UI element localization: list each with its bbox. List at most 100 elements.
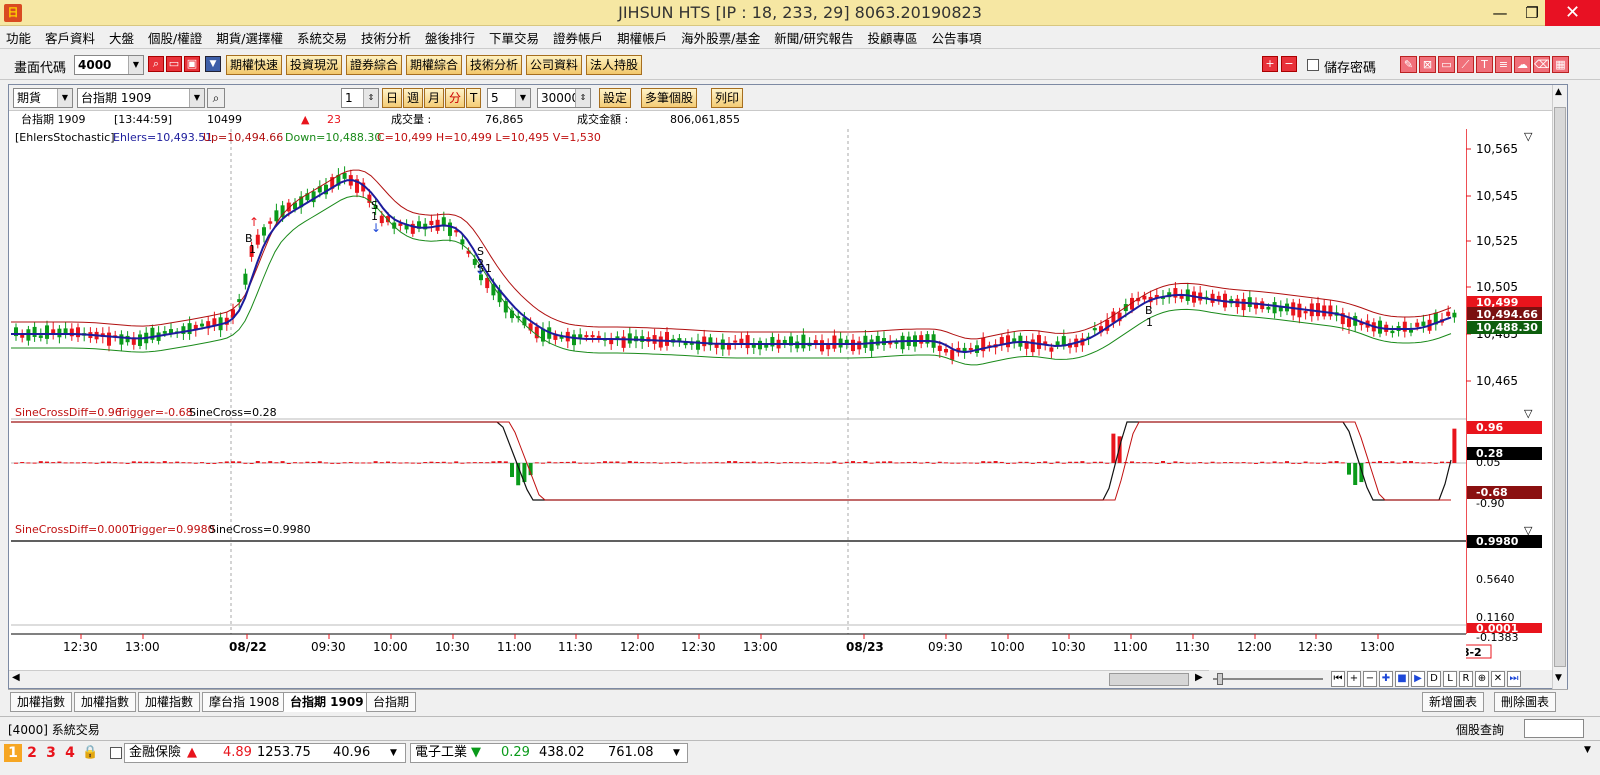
menu-stocks[interactable]: 個股/權證: [148, 28, 202, 47]
menu-ranking[interactable]: 盤後排行: [425, 28, 475, 47]
search-icon[interactable]: ⌕: [207, 88, 225, 108]
toolbar-btn-company[interactable]: 公司資料: [526, 55, 583, 75]
menu-futures-account[interactable]: 期權帳戶: [617, 28, 667, 47]
zoom-slider-handle[interactable]: [1217, 673, 1223, 685]
add-chart-button[interactable]: 新增圖表: [1422, 692, 1485, 712]
tab-txf-1909[interactable]: 台指期 1909: [283, 692, 371, 712]
tab-txf[interactable]: 台指期: [366, 692, 417, 712]
scroll-right-icon[interactable]: ▶: [1195, 672, 1203, 683]
play-icon[interactable]: ▶: [1411, 671, 1425, 687]
collapse-icon[interactable]: ▽: [1524, 407, 1533, 420]
close-icon[interactable]: ✕: [1545, 0, 1600, 26]
zoom-in-icon[interactable]: +: [1347, 671, 1361, 687]
last-icon[interactable]: ⏭: [1507, 671, 1521, 687]
zoom-slider-track[interactable]: [1213, 678, 1323, 680]
print-button[interactable]: 列印: [711, 88, 744, 108]
l-icon[interactable]: L: [1443, 671, 1457, 687]
stop-icon[interactable]: ■: [1395, 671, 1409, 687]
chevron-down-icon[interactable]: ▼: [189, 89, 204, 107]
ticker-item-electronics[interactable]: 電子工業 ▼ 0.29 438.02 761.08 ▼: [410, 743, 688, 763]
chevron-down-icon[interactable]: ▼: [390, 744, 397, 762]
count-stepper[interactable]: 30000 ⇕: [537, 88, 591, 108]
text-icon[interactable]: T: [1476, 56, 1493, 73]
toolbar-btn-securities[interactable]: 證券綜合: [346, 55, 403, 75]
chevron-down-icon[interactable]: ▼: [57, 89, 72, 107]
scroll-thumb[interactable]: [1109, 673, 1189, 686]
window-icon[interactable]: ▣: [184, 56, 200, 72]
menu-system-trade[interactable]: 系統交易: [297, 28, 347, 47]
market-select[interactable]: 期貨 ▼: [13, 88, 73, 108]
scroll-down-icon[interactable]: ▼: [1555, 673, 1562, 683]
ticker-checkbox[interactable]: [110, 747, 122, 759]
save-password-checkbox[interactable]: [1307, 59, 1319, 71]
sticky-note-icon[interactable]: ≡: [1495, 56, 1512, 73]
r-icon[interactable]: R: [1459, 671, 1473, 687]
tab-taiex-3[interactable]: 加權指數: [138, 692, 201, 712]
d-icon[interactable]: D: [1427, 671, 1441, 687]
symbol-select[interactable]: 台指期 1909 ▼: [77, 88, 205, 108]
delete-chart-button[interactable]: 刪除圖表: [1494, 692, 1557, 712]
menu-announcements[interactable]: 公告事項: [932, 28, 982, 47]
crosshair-icon[interactable]: ✚: [1379, 671, 1393, 687]
minus-icon[interactable]: −: [1281, 56, 1297, 72]
search-icon[interactable]: ⌕: [148, 56, 164, 72]
menu-overseas[interactable]: 海外股票/基金: [681, 28, 760, 47]
page-1-button[interactable]: 1: [4, 744, 22, 762]
spinner-icon[interactable]: ⇕: [575, 89, 590, 107]
minute-select[interactable]: 5 ▼: [487, 88, 531, 108]
grid-icon[interactable]: ▦: [1552, 56, 1569, 73]
menu-tech-analysis[interactable]: 技術分析: [361, 28, 411, 47]
toolbar-btn-tech[interactable]: 技術分析: [466, 55, 523, 75]
eraser-icon[interactable]: ⌫: [1533, 56, 1550, 73]
stock-query-input[interactable]: [1524, 719, 1584, 738]
settings-button[interactable]: 設定: [599, 88, 632, 108]
menu-advisor[interactable]: 投顧專區: [868, 28, 918, 47]
tab-taiex-2[interactable]: 加權指數: [74, 692, 137, 712]
menu-order[interactable]: 下單交易: [489, 28, 539, 47]
plus-icon[interactable]: +: [1262, 56, 1278, 72]
period-tick-button[interactable]: T: [466, 88, 482, 108]
wand-icon[interactable]: ⟋: [1457, 56, 1474, 73]
chevron-down-icon[interactable]: ▼: [515, 89, 530, 107]
cloud-icon[interactable]: ☁: [1514, 56, 1531, 73]
toolbar-btn-futures[interactable]: 期權綜合: [406, 55, 463, 75]
menu-futures[interactable]: 期貨/選擇權: [216, 28, 283, 47]
period-month-button[interactable]: 月: [424, 88, 445, 108]
spinner-icon[interactable]: ⇕: [363, 89, 378, 107]
ticker-scroll-icon[interactable]: ▼: [1584, 745, 1591, 755]
scroll-thumb[interactable]: [1554, 107, 1566, 667]
menu-customer[interactable]: 客戶資料: [45, 28, 95, 47]
toolbar-btn-institutional[interactable]: 法人持股: [586, 55, 643, 75]
toolbar-btn-quick[interactable]: 期權快速: [226, 55, 283, 75]
period-minute-button[interactable]: 分: [445, 88, 466, 108]
interval-stepper[interactable]: 1 ⇕: [341, 88, 379, 108]
folder-icon[interactable]: ▭: [166, 56, 182, 72]
period-day-button[interactable]: 日: [382, 88, 403, 108]
first-icon[interactable]: ⏮: [1331, 671, 1345, 687]
zoom-out-icon[interactable]: −: [1363, 671, 1377, 687]
chevron-down-icon[interactable]: ▼: [673, 744, 680, 762]
menu-securities-account[interactable]: 證券帳戶: [553, 28, 603, 47]
collapse-icon[interactable]: ▽: [1524, 130, 1533, 143]
page-3-button[interactable]: 3: [42, 744, 60, 762]
ticker-item-finance[interactable]: 金融保險 ▲ 4.89 1253.75 40.96 ▼: [124, 743, 406, 763]
multi-stock-button[interactable]: 多筆個股: [641, 88, 698, 108]
pen-icon[interactable]: ✎: [1400, 56, 1417, 73]
menu-news[interactable]: 新聞/研究報告: [774, 28, 853, 47]
image-icon[interactable]: ⊠: [1419, 56, 1436, 73]
scroll-up-icon[interactable]: ▲: [1555, 87, 1562, 97]
tab-msci-1908[interactable]: 摩台指 1908: [202, 692, 287, 712]
window-tag[interactable]: [4000] 系統交易: [8, 721, 100, 738]
tab-taiex-1[interactable]: 加權指數: [10, 692, 73, 712]
magnify-icon[interactable]: ⊕: [1475, 671, 1489, 687]
plot-area[interactable]: B 1 B 1 S 1 S 2 S 1 ↑ ↓ ↓ [EhlersStochas…: [11, 129, 1466, 659]
horizontal-scrollbar[interactable]: ◀ ▶: [9, 670, 1209, 688]
page-4-button[interactable]: 4: [61, 744, 79, 762]
rect-icon[interactable]: ▭: [1438, 56, 1455, 73]
close-icon[interactable]: ✕: [1491, 671, 1505, 687]
scroll-left-icon[interactable]: ◀: [12, 672, 20, 683]
code-select[interactable]: 4000 ▼: [74, 55, 144, 75]
vertical-scrollbar[interactable]: ▲ ▼: [1552, 85, 1567, 690]
page-2-button[interactable]: 2: [23, 744, 41, 762]
menu-market[interactable]: 大盤: [109, 28, 134, 47]
